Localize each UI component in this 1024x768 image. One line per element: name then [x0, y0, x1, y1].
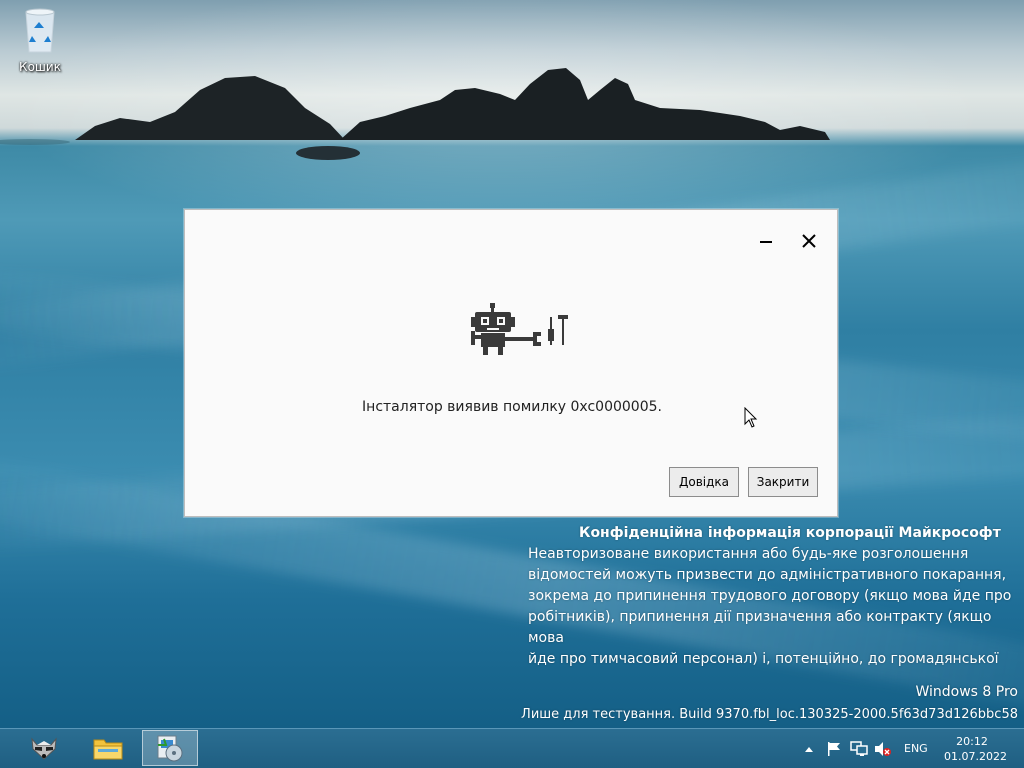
confidential-title: Конфіденційна інформація корпорації Майк…	[579, 525, 1001, 541]
wallpaper-rocks	[0, 68, 830, 160]
build-info-label: Лише для тестування. Build 9370.fbl_loc.…	[521, 707, 1018, 722]
confidential-line: робітників), припинення дії призначення …	[528, 609, 992, 646]
recycle-bin-shortcut[interactable]: Кошик	[14, 4, 66, 74]
confidential-line: Неавторизоване використання або будь-яке…	[528, 546, 969, 562]
windows-edition-label: Windows 8 Pro	[915, 684, 1018, 700]
confidential-line: відомостей можуть призвести до адміністр…	[528, 567, 1007, 583]
recycle-bin-icon	[25, 8, 55, 53]
taskbar-setup-installer[interactable]	[142, 730, 198, 766]
recycle-bin-label: Кошик	[19, 60, 61, 74]
close-icon	[802, 234, 816, 248]
taskbar: ENG 20:12 01.07.2022	[0, 728, 1024, 768]
action-center-flag-icon[interactable]	[826, 741, 842, 757]
network-icon[interactable]	[850, 741, 868, 757]
clock[interactable]: 20:12 01.07.2022	[944, 734, 1007, 764]
error-message: Інсталятор виявив помилку 0xc0000005.	[362, 399, 662, 415]
setup-installer-icon	[157, 735, 183, 762]
close-button[interactable]: Закрити	[748, 467, 818, 497]
setup-error-dialog: Інсталятор виявив помилку 0xc0000005. До…	[184, 209, 838, 517]
help-button[interactable]: Довідка	[669, 467, 739, 497]
show-hidden-icons-chevron[interactable]	[804, 745, 814, 753]
close-window-button[interactable]	[794, 228, 824, 254]
confidential-line: зокрема до припинення трудового договору…	[528, 588, 1012, 604]
taskbar-file-explorer[interactable]	[80, 730, 136, 766]
confidential-notice: Конфіденційна інформація корпорації Майк…	[528, 523, 1024, 670]
minimize-button[interactable]	[751, 228, 781, 254]
mouse-cursor-icon	[744, 407, 758, 428]
clock-date: 01.07.2022	[944, 750, 1007, 763]
speaker-muted-icon[interactable]	[874, 741, 892, 757]
input-language-indicator[interactable]: ENG	[904, 742, 928, 755]
raccoon-app-icon	[31, 737, 57, 760]
clock-time: 20:12	[956, 735, 988, 748]
taskbar-raccoon-app[interactable]	[16, 730, 72, 766]
file-explorer-icon	[93, 739, 123, 760]
robot-with-tools-icon	[471, 303, 571, 367]
confidential-line: йде про тимчасовий персонал) і, потенцій…	[528, 651, 999, 667]
minimize-icon	[760, 241, 772, 243]
